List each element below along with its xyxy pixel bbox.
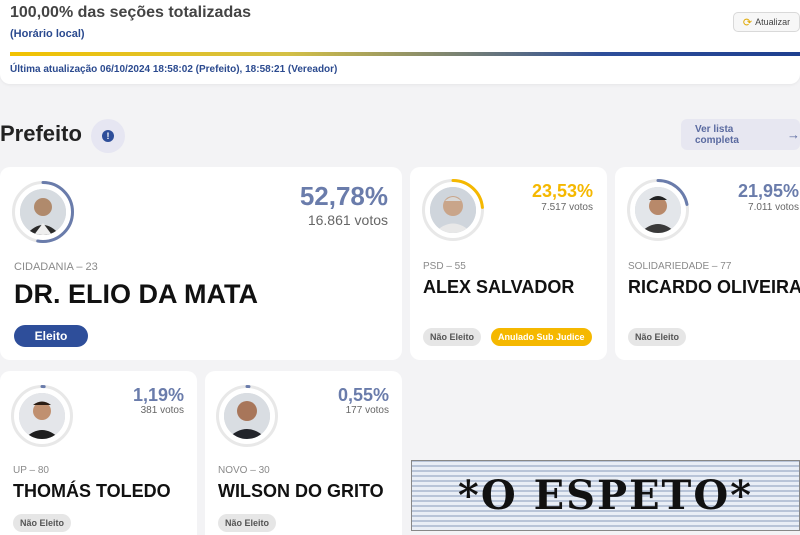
avatar (19, 393, 65, 439)
candidate-name: THOMÁS TOLEDO (13, 481, 171, 501)
party-label: CIDADANIA – 23 (14, 261, 98, 273)
avatar (635, 187, 681, 233)
status-badge-nao-eleito: Não Eleito (423, 328, 482, 346)
candidate-card-4[interactable]: 1,19% 381 votos UP – 80 THOMÁS TOLEDO Nã… (0, 371, 197, 535)
vote-percentage: 0,55% (337, 385, 389, 405)
party-label: SOLIDARIEDADE – 77 (628, 261, 732, 272)
totalization-status-panel: 100,00% das seções totalizadas (Horário … (0, 0, 800, 84)
party-label: UP – 80 (13, 465, 49, 476)
party-label: NOVO – 30 (218, 465, 270, 476)
status-badge-nao-eleito: Não Eleito (218, 514, 277, 532)
candidate-avatar-ring (422, 179, 484, 241)
vote-count: 7.517 votos (541, 202, 593, 213)
totalization-progress-bar (10, 52, 800, 56)
refresh-label: Atualizar (755, 17, 791, 27)
party-label: PSD – 55 (423, 261, 466, 272)
avatar (20, 189, 66, 235)
candidate-card-1[interactable]: 52,78% 16.861 votos CIDADANIA – 23 DR. E… (0, 167, 402, 360)
info-button[interactable]: ! (91, 119, 125, 153)
status-badge-nao-eleito: Não Eleito (13, 514, 72, 532)
vote-percentage: 23,53% (531, 181, 593, 201)
candidate-name: WILSON DO GRITO (218, 481, 384, 501)
section-title: Prefeito (0, 121, 82, 146)
vote-percentage: 21,95% (737, 181, 799, 201)
candidate-card-2[interactable]: 23,53% 7.517 votos PSD – 55 ALEX SALVADO… (410, 167, 607, 360)
vote-count: 16.861 votos (307, 212, 388, 228)
o-espeto-logo: *O ESPETO* (411, 460, 800, 531)
vote-percentage: 1,19% (132, 385, 184, 405)
candidate-name: ALEX SALVADOR (423, 277, 575, 297)
candidate-avatar-ring (12, 181, 74, 243)
candidate-name: DR. ELIO DA MATA (14, 279, 258, 309)
candidate-avatar-ring (11, 385, 73, 447)
candidate-name: RICARDO OLIVEIRA (628, 277, 800, 297)
full-list-button[interactable]: Ver lista completa → (681, 119, 800, 150)
last-update-text: Última atualização 06/10/2024 18:58:02 (… (10, 64, 338, 75)
refresh-button[interactable]: ⟳ Atualizar (733, 12, 800, 32)
candidate-avatar-ring (216, 385, 278, 447)
full-list-label: Ver lista completa (695, 123, 739, 146)
refresh-icon: ⟳ (742, 16, 753, 29)
arrow-right-icon: → (787, 127, 800, 142)
vote-count: 381 votos (140, 405, 184, 416)
info-icon: ! (102, 130, 114, 142)
local-time-note: (Horário local) (10, 28, 85, 40)
status-badge-eleito: Eleito (14, 325, 88, 347)
avatar (224, 393, 270, 439)
status-badge-sub-judice: Anulado Sub Judice (491, 328, 592, 346)
vote-count: 7.011 votos (748, 202, 799, 213)
candidate-card-3[interactable]: 21,95% 7.011 votos SOLIDARIEDADE – 77 RI… (615, 167, 800, 360)
status-badge-nao-eleito: Não Eleito (628, 328, 687, 346)
totalization-title: 100,00% das seções totalizadas (10, 4, 252, 21)
logo-text: *O ESPETO* (457, 472, 754, 519)
vote-percentage: 52,78% (299, 181, 388, 211)
progress-fill (10, 52, 800, 56)
vote-count: 177 votos (345, 405, 389, 416)
candidate-avatar-ring (627, 179, 689, 241)
avatar (430, 187, 476, 233)
candidate-card-5[interactable]: 0,55% 177 votos NOVO – 30 WILSON DO GRIT… (205, 371, 402, 535)
